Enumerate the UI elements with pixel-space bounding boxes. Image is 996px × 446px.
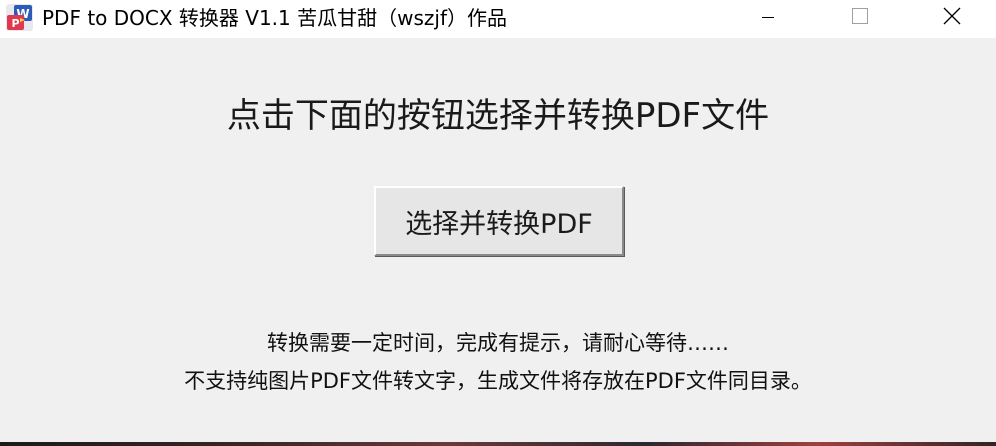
- desktop-background-strip: [0, 442, 996, 446]
- select-and-convert-button[interactable]: 选择并转换PDF: [374, 186, 624, 256]
- minimize-icon: [761, 9, 775, 28]
- instruction-heading: 点击下面的按钮选择并转换PDF文件: [226, 96, 770, 136]
- minimize-button[interactable]: [745, 0, 791, 36]
- maximize-button[interactable]: [837, 0, 883, 36]
- window-title: PDF to DOCX 转换器 V1.1 苦瓜甘甜（wszjf）作品: [42, 6, 507, 30]
- close-icon: [943, 7, 961, 29]
- conversion-time-notice: 转换需要一定时间，完成有提示，请耐心等待……: [267, 331, 729, 355]
- maximize-icon: [852, 8, 868, 28]
- title-bar[interactable]: W P PDF to DOCX 转换器 V1.1 苦瓜甘甜（wszjf）作品: [0, 0, 996, 38]
- app-icon[interactable]: W P: [6, 4, 33, 31]
- output-location-notice: 不支持纯图片PDF文件转文字，生成文件将存放在PDF文件同目录。: [184, 369, 812, 393]
- app-window: W P PDF to DOCX 转换器 V1.1 苦瓜甘甜（wszjf）作品 点…: [0, 0, 996, 442]
- close-button[interactable]: [929, 0, 975, 36]
- svg-text:P: P: [11, 17, 19, 30]
